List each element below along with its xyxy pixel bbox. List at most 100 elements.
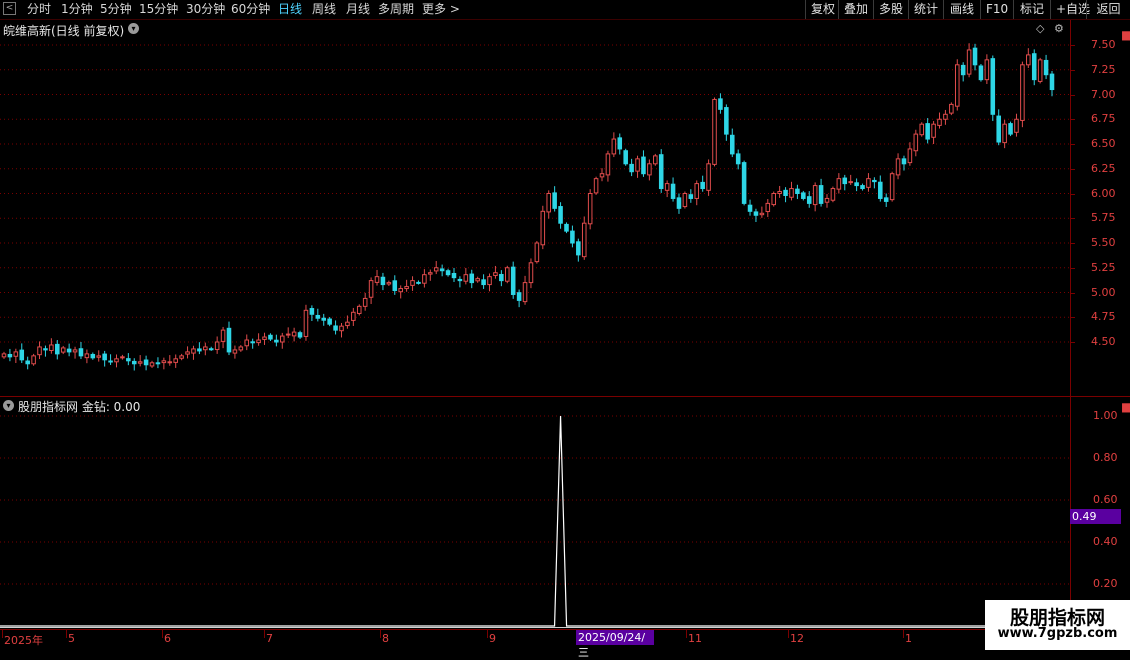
candle-body[interactable] [978,65,984,81]
candle-body[interactable] [398,288,403,293]
candle-body[interactable] [558,206,563,224]
candle-body[interactable] [404,286,409,290]
candle-body[interactable] [469,273,475,284]
candle-body[interactable] [534,242,540,263]
side-panel-edge-lower[interactable]: ■■■■■■■■■■■ [1121,398,1130,598]
candle-body[interactable] [463,274,469,282]
candle-body[interactable] [611,138,617,155]
candle-body[interactable] [114,358,119,363]
indicator-line[interactable] [0,415,1070,627]
candle-body[interactable] [280,335,285,343]
candle-body[interactable] [339,325,344,332]
candle-body[interactable] [220,329,226,342]
candle-body[interactable] [161,360,167,364]
candle-body[interactable] [55,343,60,355]
candle-body[interactable] [605,153,611,176]
candle-body[interactable] [309,308,315,315]
candle-body[interactable] [925,123,930,140]
candle-body[interactable] [274,339,279,343]
candle-body[interactable] [25,360,30,365]
candle-body[interactable] [422,274,427,284]
candle-body[interactable] [901,158,907,165]
candle-body[interactable] [386,282,392,285]
candle-body[interactable] [96,355,102,358]
candle-body[interactable] [433,267,439,272]
candle-body[interactable] [966,49,972,75]
candle-body[interactable] [931,123,936,138]
candle-body[interactable] [777,191,782,195]
candle-body[interactable] [878,181,883,199]
candle-body[interactable] [143,359,149,366]
candle-body[interactable] [670,183,676,199]
candle-body[interactable] [735,153,741,165]
candle-body[interactable] [996,115,1001,143]
candle-body[interactable] [120,356,125,359]
candle-body[interactable] [368,280,374,298]
candle-body[interactable] [43,348,48,351]
candle-body[interactable] [291,331,297,337]
candle-body[interactable] [806,196,812,204]
candle-body[interactable] [984,59,990,81]
candle-body[interactable] [516,292,522,301]
candle-body[interactable] [345,321,350,327]
candle-body[interactable] [1049,73,1055,91]
candle-body[interactable] [78,348,84,357]
candle-body[interactable] [629,163,634,173]
candle-body[interactable] [451,272,457,279]
candle-body[interactable] [250,341,255,344]
candle-body[interactable] [635,158,640,172]
candle-body[interactable] [854,182,859,187]
candle-body[interactable] [208,348,214,351]
candle-body[interactable] [303,309,309,337]
candle-body[interactable] [765,202,771,213]
candle-body[interactable] [617,137,623,150]
candle-body[interactable] [824,197,830,203]
candle-body[interactable] [197,348,202,352]
candle-body[interactable] [747,204,753,212]
candle-body[interactable] [214,341,220,351]
candle-body[interactable] [285,333,291,336]
candle-body[interactable] [771,193,776,206]
candle-body[interactable] [1026,54,1031,66]
candle-body[interactable] [564,223,569,232]
candle-body[interactable] [700,181,705,190]
candle-body[interactable] [647,163,652,176]
candle-body[interactable] [581,222,587,258]
candle-body[interactable] [653,155,658,165]
candle-body[interactable] [1014,118,1019,133]
candle-body[interactable] [475,278,480,282]
candle-body[interactable] [528,262,534,284]
candle-body[interactable] [362,297,368,307]
candle-body[interactable] [860,185,865,190]
candle-body[interactable] [712,98,717,165]
candle-body[interactable] [351,311,356,321]
candle-body[interactable] [801,192,806,199]
candle-body[interactable] [889,173,895,201]
candle-body[interactable] [268,334,273,340]
candle-body[interactable] [1,353,7,358]
candle-body[interactable] [226,327,232,353]
candle-body[interactable] [576,241,581,256]
candle-body[interactable] [1031,53,1037,81]
candle-body[interactable] [540,210,546,246]
candle-body[interactable] [593,178,599,194]
candle-body[interactable] [937,118,942,126]
candle-body[interactable] [327,318,332,325]
candle-body[interactable] [907,148,913,164]
candle-body[interactable] [676,197,682,209]
candle-body[interactable] [7,353,13,358]
candle-body[interactable] [232,349,238,354]
candle-body[interactable] [759,212,765,216]
candle-body[interactable] [155,362,161,365]
candle-body[interactable] [428,272,433,275]
candle-body[interactable] [718,98,723,110]
candle-body[interactable] [510,266,516,295]
candle-body[interactable] [954,64,960,107]
candle-body[interactable] [688,194,694,199]
candle-body[interactable] [658,154,664,190]
candle-body[interactable] [623,150,628,165]
candle-body[interactable] [599,173,605,178]
candle-body[interactable] [167,361,173,364]
candle-body[interactable] [60,347,66,353]
candle-body[interactable] [131,360,137,365]
